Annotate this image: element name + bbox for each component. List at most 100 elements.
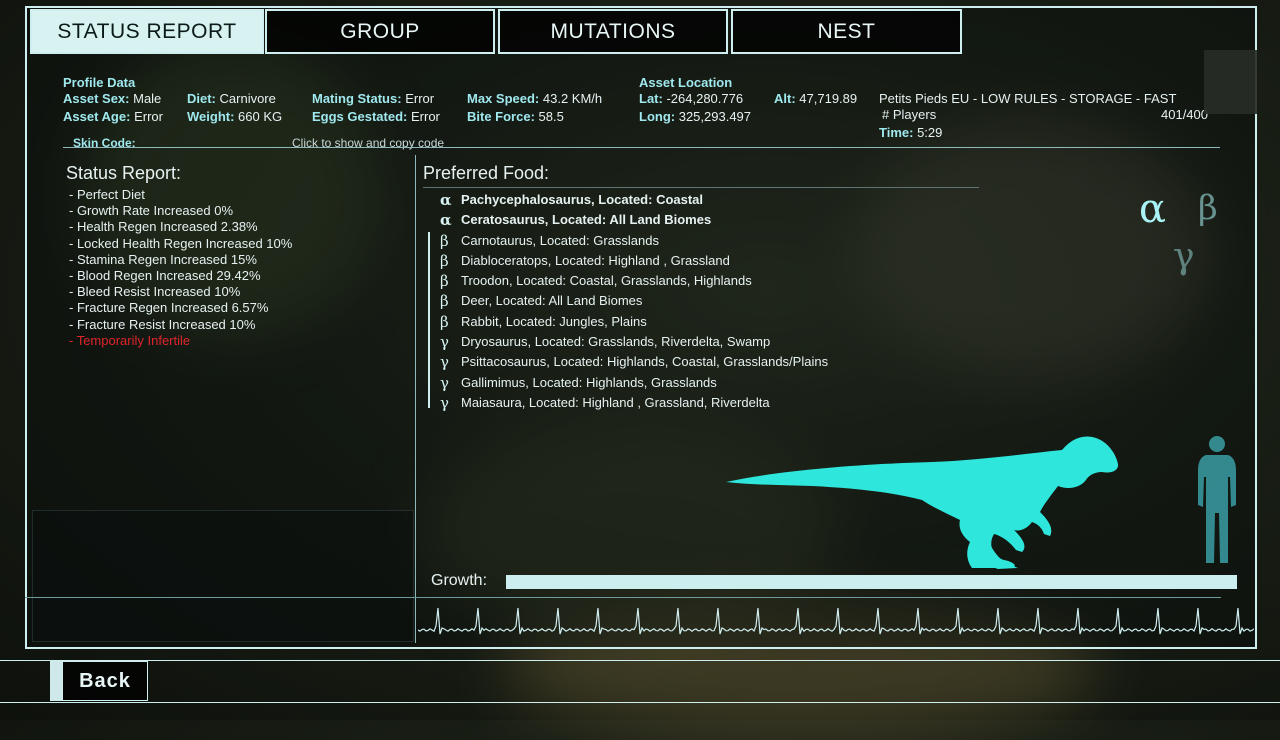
food-divider <box>423 187 979 188</box>
beta-icon: β <box>440 312 449 331</box>
longitude-label: Long: <box>639 109 676 124</box>
gamma-icon: γ <box>440 393 449 412</box>
altitude-value: 47,719.89 <box>799 91 858 106</box>
max-speed-value: 43.2 KM/h <box>542 91 603 106</box>
list-item: - Perfect Diet <box>69 187 145 202</box>
food-text: Diabloceratops, Located: Highland , Gras… <box>461 252 730 268</box>
beta-icon: β <box>440 231 449 250</box>
server-time-value: 5:29 <box>917 125 943 140</box>
header-divider <box>63 147 1220 148</box>
preferred-food-list: α Pachycephalosaurus, Located: Coastal αC… <box>440 190 828 413</box>
list-item: β Diabloceratops, Located: Highland , Gra… <box>440 251 828 271</box>
bottom-bar-top-line <box>0 660 1280 661</box>
server-time: Time: 5:29 <box>879 125 942 140</box>
preferred-food-title: Preferred Food: <box>423 163 550 183</box>
mating-status-label: Mating Status: <box>312 91 402 106</box>
bite-force-value: 58.5 <box>538 109 564 124</box>
eggs-gestated: Eggs Gestated: Error <box>312 109 440 124</box>
list-item: α Pachycephalosaurus, Located: Coastal <box>440 190 828 210</box>
footer-divider <box>25 597 1221 598</box>
food-text: Dryosaurus, Located: Grasslands, Riverde… <box>461 334 771 350</box>
list-item: β Deer, Located: All Land Biomes <box>440 291 828 311</box>
altitude: Alt: 47,719.89 <box>774 91 857 106</box>
beta-icon: β <box>440 251 449 270</box>
list-item: - Fracture Resist Increased 10% <box>69 316 256 332</box>
list-item: β Carnotaurus, Located: Grasslands <box>440 231 828 251</box>
heartbeat-monitor <box>418 607 1254 635</box>
server-time-label: Time: <box>879 125 914 140</box>
human-scale-silhouette-icon <box>1198 436 1236 563</box>
food-text: Maiasaura, Located: Highland , Grassland… <box>461 394 770 410</box>
asset-sex-value: Male <box>133 91 162 106</box>
list-item: β Rabbit, Located: Jungles, Plains <box>440 312 828 332</box>
food-tier-bar <box>428 232 430 408</box>
altitude-label: Alt: <box>774 91 796 106</box>
gamma-icon: γ <box>440 353 449 372</box>
bite-force: Bite Force: 58.5 <box>467 109 564 124</box>
longitude: Long: 325,293.497 <box>639 109 751 124</box>
latitude: Lat: -264,280.776 <box>639 91 743 106</box>
weight-label: Weight: <box>187 109 235 124</box>
column-divider <box>415 155 416 643</box>
status-report-title: Status Report: <box>66 163 182 183</box>
list-item: β Troodon, Located: Coastal, Grasslands, … <box>440 271 828 291</box>
list-item-warning: - Temporarily Infertile <box>69 332 191 348</box>
gamma-icon: γ <box>440 373 449 392</box>
players-count: 401/400 <box>1161 107 1208 122</box>
gamma-tier-icon: γ <box>1173 236 1195 277</box>
profile-heading: Profile Data <box>63 75 136 90</box>
food-text: Pachycephalosaurus, Located: Coastal <box>461 192 704 207</box>
list-item: α Ceratosaurus, Located: All Land Biomes <box>440 210 828 230</box>
tab-nest[interactable]: NEST <box>731 9 962 54</box>
dinosaur-silhouette-icon <box>726 436 1119 569</box>
food-text: Troodon, Located: Coastal, Grasslands, H… <box>461 273 752 289</box>
food-text: Carnotaurus, Located: Grasslands <box>461 232 659 248</box>
weight: Weight: 660 KG <box>187 109 282 124</box>
weight-value: 660 KG <box>238 109 283 124</box>
asset-age-label: Asset Age: <box>63 109 131 124</box>
diet-label: Diet: <box>187 91 216 106</box>
longitude-value: 325,293.497 <box>678 109 752 124</box>
list-item: - Health Regen Increased 2.38% <box>69 219 258 235</box>
asset-sex: Asset Sex: Male <box>63 91 161 106</box>
server-name: Petits Pieds EU - LOW RULES - STORAGE - … <box>879 91 1177 106</box>
growth-label: Growth: <box>431 572 488 589</box>
eggs-gestated-label: Eggs Gestated: <box>312 109 408 124</box>
latitude-value: -264,280.776 <box>666 91 744 106</box>
latitude-label: Lat: <box>639 91 663 106</box>
back-button[interactable]: Back <box>62 661 148 701</box>
list-item: - Blood Regen Increased 29.42% <box>69 268 261 284</box>
status-report-list: - Perfect Diet - Growth Rate Increased 0… <box>69 187 292 349</box>
beta-icon: β <box>440 292 449 311</box>
food-text: Deer, Located: All Land Biomes <box>461 293 643 309</box>
eggs-gestated-value: Error <box>410 109 440 124</box>
gamma-icon: γ <box>440 333 449 352</box>
chat-box <box>32 510 414 642</box>
players-label: # Players <box>882 107 937 122</box>
bottom-bar-bottom-line <box>0 702 1280 703</box>
asset-age-value: Error <box>134 109 163 124</box>
list-item: - Growth Rate Increased 0% <box>69 203 234 219</box>
location-heading: Asset Location <box>639 75 733 90</box>
food-text: Gallimimus, Located: Highlands, Grasslan… <box>461 374 717 390</box>
tab-status-report[interactable]: STATUS REPORT <box>30 9 264 54</box>
list-item: - Stamina Regen Increased 15% <box>69 251 257 267</box>
back-button-accent <box>50 661 62 701</box>
tab-mutations[interactable]: MUTATIONS <box>498 9 728 54</box>
food-text: Rabbit, Located: Jungles, Plains <box>461 313 647 329</box>
tab-group[interactable]: GROUP <box>265 9 495 54</box>
list-item: - Locked Health Regen Increased 10% <box>69 235 293 251</box>
beta-icon: β <box>440 272 449 291</box>
growth-bar <box>506 575 1237 589</box>
mating-status: Mating Status: Error <box>312 91 434 106</box>
list-item: γ Dryosaurus, Located: Grasslands, Riverd… <box>440 332 828 352</box>
asset-age: Asset Age: Error <box>63 109 163 124</box>
bite-force-label: Bite Force: <box>467 109 535 124</box>
alpha-icon: α <box>440 191 452 209</box>
alpha-tier-icon: α <box>1139 186 1167 232</box>
diet: Diet: Carnivore <box>187 91 276 106</box>
list-item: - Fracture Regen Increased 6.57% <box>69 300 269 316</box>
list-item: - Bleed Resist Increased 10% <box>69 284 241 300</box>
list-item: γ Gallimimus, Located: Highlands, Grassla… <box>440 373 828 393</box>
beta-tier-icon: β <box>1198 188 1218 228</box>
